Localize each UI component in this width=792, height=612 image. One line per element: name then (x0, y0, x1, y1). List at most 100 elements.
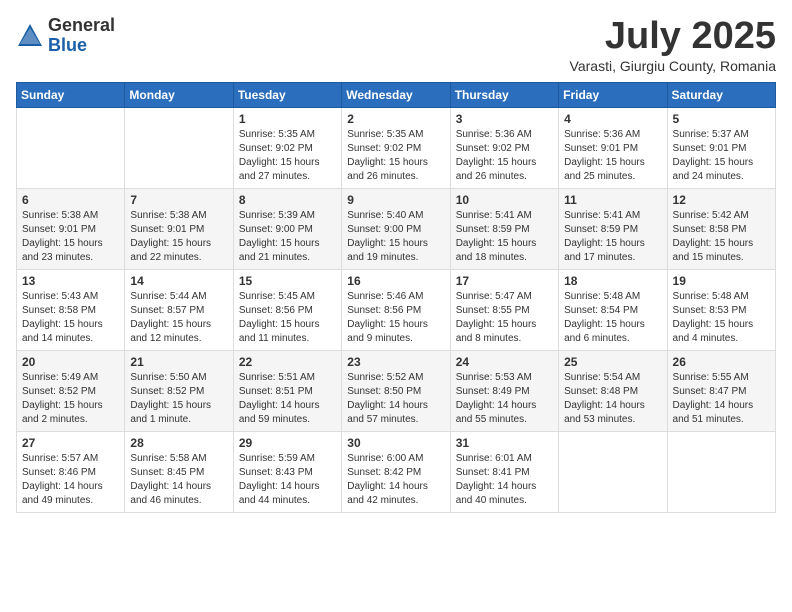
calendar-cell (17, 107, 125, 188)
calendar-cell: 16 Sunrise: 5:46 AM Sunset: 8:56 PM Dayli… (342, 269, 450, 350)
calendar-cell: 23Sunrise: 5:52 AM Sunset: 8:50 PM Dayli… (342, 350, 450, 431)
weekday-header: Saturday (667, 82, 775, 107)
day-info: Sunrise: 5:57 AM Sunset: 8:46 PM Dayligh… (22, 452, 119, 508)
day-number: 15 (239, 274, 336, 288)
day-number: 9 (347, 193, 444, 207)
calendar-cell: 9 Sunrise: 5:40 AM Sunset: 9:00 PM Daylig… (342, 188, 450, 269)
calendar-cell: 18Sunrise: 5:48 AM Sunset: 8:54 PM Dayli… (559, 269, 667, 350)
day-number: 16 (347, 274, 444, 288)
day-info: Sunrise: 5:53 AM Sunset: 8:49 PM Dayligh… (456, 371, 553, 427)
calendar-cell: 17 Sunrise: 5:47 AM Sunset: 8:55 PM Dayli… (450, 269, 558, 350)
day-info: Sunrise: 5:48 AM Sunset: 8:54 PM Dayligh… (564, 290, 661, 346)
day-info: Sunrise: 5:50 AM Sunset: 8:52 PM Dayligh… (130, 371, 227, 427)
calendar-cell: 10 Sunrise: 5:41 AM Sunset: 8:59 PM Dayli… (450, 188, 558, 269)
calendar-cell: 29 Sunrise: 5:59 AM Sunset: 8:43 PM Dayli… (233, 431, 341, 512)
calendar-header-row: SundayMondayTuesdayWednesdayThursdayFrid… (17, 82, 776, 107)
day-number: 11 (564, 193, 661, 207)
day-info: Sunrise: 5:54 AM Sunset: 8:48 PM Dayligh… (564, 371, 661, 427)
day-number: 2 (347, 112, 444, 126)
day-number: 26 (673, 355, 770, 369)
page-header: General Blue July 2025 Varasti, Giurgiu … (16, 16, 776, 74)
day-info: Sunrise: 5:37 AM Sunset: 9:01 PM Dayligh… (673, 128, 770, 184)
calendar-cell: 31 Sunrise: 6:01 AM Sunset: 8:41 PM Dayli… (450, 431, 558, 512)
title-area: July 2025 Varasti, Giurgiu County, Roman… (570, 16, 776, 74)
day-number: 25 (564, 355, 661, 369)
day-info: Sunrise: 6:00 AM Sunset: 8:42 PM Dayligh… (347, 452, 444, 508)
day-info: Sunrise: 5:51 AM Sunset: 8:51 PM Dayligh… (239, 371, 336, 427)
calendar-cell: 1 Sunrise: 5:35 AM Sunset: 9:02 PM Daylig… (233, 107, 341, 188)
calendar-cell: 15 Sunrise: 5:45 AM Sunset: 8:56 PM Dayli… (233, 269, 341, 350)
day-info: Sunrise: 5:46 AM Sunset: 8:56 PM Dayligh… (347, 290, 444, 346)
day-info: Sunrise: 5:38 AM Sunset: 9:01 PM Dayligh… (130, 209, 227, 265)
calendar-cell: 12 Sunrise: 5:42 AM Sunset: 8:58 PM Dayli… (667, 188, 775, 269)
logo-blue: Blue (48, 36, 115, 56)
day-info: Sunrise: 5:41 AM Sunset: 8:59 PM Dayligh… (456, 209, 553, 265)
day-info: Sunrise: 5:43 AM Sunset: 8:58 PM Dayligh… (22, 290, 119, 346)
logo: General Blue (16, 16, 115, 56)
logo-icon (16, 22, 44, 50)
calendar-cell: 22Sunrise: 5:51 AM Sunset: 8:51 PM Dayli… (233, 350, 341, 431)
calendar-cell: 3Sunrise: 5:36 AM Sunset: 9:02 PM Daylig… (450, 107, 558, 188)
day-number: 6 (22, 193, 119, 207)
day-number: 24 (456, 355, 553, 369)
calendar-cell: 5 Sunrise: 5:37 AM Sunset: 9:01 PM Daylig… (667, 107, 775, 188)
day-info: Sunrise: 6:01 AM Sunset: 8:41 PM Dayligh… (456, 452, 553, 508)
calendar-cell: 11 Sunrise: 5:41 AM Sunset: 8:59 PM Dayli… (559, 188, 667, 269)
calendar-cell: 19Sunrise: 5:48 AM Sunset: 8:53 PM Dayli… (667, 269, 775, 350)
day-number: 8 (239, 193, 336, 207)
calendar-week-row: 13 Sunrise: 5:43 AM Sunset: 8:58 PM Dayli… (17, 269, 776, 350)
day-number: 29 (239, 436, 336, 450)
day-info: Sunrise: 5:48 AM Sunset: 8:53 PM Dayligh… (673, 290, 770, 346)
day-info: Sunrise: 5:59 AM Sunset: 8:43 PM Dayligh… (239, 452, 336, 508)
weekday-header: Friday (559, 82, 667, 107)
day-info: Sunrise: 5:40 AM Sunset: 9:00 PM Dayligh… (347, 209, 444, 265)
calendar-cell: 6 Sunrise: 5:38 AM Sunset: 9:01 PM Daylig… (17, 188, 125, 269)
calendar-table: SundayMondayTuesdayWednesdayThursdayFrid… (16, 82, 776, 513)
day-number: 10 (456, 193, 553, 207)
day-number: 30 (347, 436, 444, 450)
day-info: Sunrise: 5:41 AM Sunset: 8:59 PM Dayligh… (564, 209, 661, 265)
day-number: 27 (22, 436, 119, 450)
day-number: 21 (130, 355, 227, 369)
calendar-cell: 20Sunrise: 5:49 AM Sunset: 8:52 PM Dayli… (17, 350, 125, 431)
calendar-cell: 24 Sunrise: 5:53 AM Sunset: 8:49 PM Dayli… (450, 350, 558, 431)
calendar-cell: 7Sunrise: 5:38 AM Sunset: 9:01 PM Daylig… (125, 188, 233, 269)
day-number: 20 (22, 355, 119, 369)
day-info: Sunrise: 5:39 AM Sunset: 9:00 PM Dayligh… (239, 209, 336, 265)
day-number: 12 (673, 193, 770, 207)
day-info: Sunrise: 5:42 AM Sunset: 8:58 PM Dayligh… (673, 209, 770, 265)
calendar-week-row: 20Sunrise: 5:49 AM Sunset: 8:52 PM Dayli… (17, 350, 776, 431)
calendar-cell (125, 107, 233, 188)
calendar-cell (559, 431, 667, 512)
calendar-cell: 2Sunrise: 5:35 AM Sunset: 9:02 PM Daylig… (342, 107, 450, 188)
day-number: 13 (22, 274, 119, 288)
calendar-week-row: 1 Sunrise: 5:35 AM Sunset: 9:02 PM Daylig… (17, 107, 776, 188)
day-info: Sunrise: 5:35 AM Sunset: 9:02 PM Dayligh… (239, 128, 336, 184)
weekday-header: Sunday (17, 82, 125, 107)
day-number: 17 (456, 274, 553, 288)
day-info: Sunrise: 5:58 AM Sunset: 8:45 PM Dayligh… (130, 452, 227, 508)
day-number: 1 (239, 112, 336, 126)
day-info: Sunrise: 5:47 AM Sunset: 8:55 PM Dayligh… (456, 290, 553, 346)
day-info: Sunrise: 5:36 AM Sunset: 9:01 PM Dayligh… (564, 128, 661, 184)
logo-text: General Blue (48, 16, 115, 56)
weekday-header: Thursday (450, 82, 558, 107)
day-info: Sunrise: 5:44 AM Sunset: 8:57 PM Dayligh… (130, 290, 227, 346)
day-info: Sunrise: 5:55 AM Sunset: 8:47 PM Dayligh… (673, 371, 770, 427)
calendar-cell: 13 Sunrise: 5:43 AM Sunset: 8:58 PM Dayli… (17, 269, 125, 350)
calendar-cell (667, 431, 775, 512)
weekday-header: Wednesday (342, 82, 450, 107)
day-number: 5 (673, 112, 770, 126)
weekday-header: Tuesday (233, 82, 341, 107)
month-title: July 2025 (570, 16, 776, 58)
calendar-cell: 26 Sunrise: 5:55 AM Sunset: 8:47 PM Dayli… (667, 350, 775, 431)
day-info: Sunrise: 5:38 AM Sunset: 9:01 PM Dayligh… (22, 209, 119, 265)
day-info: Sunrise: 5:45 AM Sunset: 8:56 PM Dayligh… (239, 290, 336, 346)
calendar-cell: 4Sunrise: 5:36 AM Sunset: 9:01 PM Daylig… (559, 107, 667, 188)
calendar-cell: 30 Sunrise: 6:00 AM Sunset: 8:42 PM Dayli… (342, 431, 450, 512)
calendar-cell: 8 Sunrise: 5:39 AM Sunset: 9:00 PM Daylig… (233, 188, 341, 269)
day-number: 28 (130, 436, 227, 450)
day-number: 31 (456, 436, 553, 450)
calendar-week-row: 6 Sunrise: 5:38 AM Sunset: 9:01 PM Daylig… (17, 188, 776, 269)
day-number: 3 (456, 112, 553, 126)
